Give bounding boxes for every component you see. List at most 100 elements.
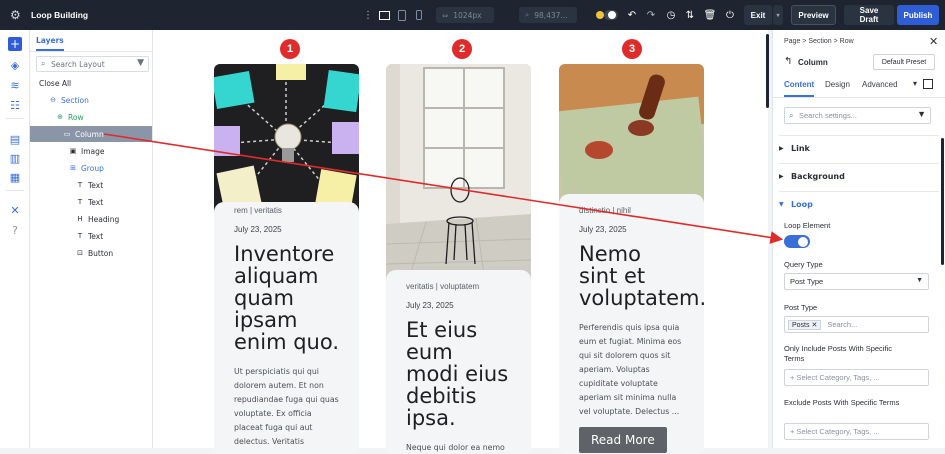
- exclude-terms-input[interactable]: + Select Category, Tags, ...: [784, 423, 929, 440]
- post-type-label: Post Type: [784, 303, 818, 312]
- layer-button[interactable]: ⊡ Button: [30, 245, 152, 261]
- read-more-button[interactable]: Read More: [579, 427, 667, 453]
- page-title: Loop Building: [31, 10, 89, 20]
- layer-text[interactable]: T Text: [30, 177, 152, 193]
- gear-icon[interactable]: ⚙: [10, 9, 22, 21]
- layer-section[interactable]: ⊖ Section: [30, 92, 152, 108]
- layers-icon[interactable]: ◈: [8, 58, 22, 72]
- redo-icon[interactable]: ↷: [645, 9, 657, 21]
- step-badge: 1: [280, 39, 300, 59]
- post-title[interactable]: Inventore aliquam quam ipsam enim quo.: [234, 243, 339, 353]
- filter-icon[interactable]: ▼: [917, 109, 926, 119]
- post-date: July 23, 2025: [579, 225, 627, 234]
- post-card[interactable]: rem | veritatis July 23, 2025 Inventore …: [214, 64, 359, 454]
- more-tabs-chevron-icon[interactable]: ▾: [913, 79, 917, 88]
- post-title[interactable]: Nemo sint et voluptatem.: [579, 243, 704, 309]
- layer-heading[interactable]: H Heading: [30, 211, 152, 227]
- page-icon[interactable]: ▤: [8, 132, 22, 146]
- tablet-view-icon[interactable]: [396, 9, 408, 21]
- rail-divider: [6, 190, 24, 191]
- layer-text[interactable]: T Text: [30, 228, 152, 244]
- row-icon: ⊕: [57, 113, 63, 121]
- settings-search-input[interactable]: ⌕ Search settings... ▼: [784, 107, 931, 124]
- undo-icon[interactable]: ↶: [626, 9, 638, 21]
- theme-toggle[interactable]: [595, 9, 619, 21]
- tab-layers[interactable]: Layers: [36, 36, 64, 51]
- text-icon: T: [77, 232, 83, 240]
- zoom-field[interactable]: ⌕ 98,437...: [519, 7, 577, 23]
- preview-button[interactable]: Preview: [791, 5, 836, 25]
- template-icon[interactable]: ▦: [8, 170, 22, 184]
- post-image: [214, 64, 359, 214]
- image-icon: ▣: [69, 147, 77, 155]
- desktop-view-icon[interactable]: [378, 9, 390, 21]
- post-meta[interactable]: distinctio | nihil: [579, 206, 684, 215]
- remove-tag-icon[interactable]: ✕: [811, 322, 817, 329]
- panel-scrollbar[interactable]: [941, 138, 944, 265]
- exit-button[interactable]: Exit: [744, 5, 772, 25]
- text-icon: T: [77, 198, 83, 206]
- post-meta[interactable]: rem | veritatis: [234, 206, 339, 215]
- search-icon: ⌕: [789, 111, 794, 120]
- drag-handle-icon[interactable]: ⋮: [362, 9, 374, 21]
- tab-design[interactable]: Design: [825, 80, 850, 89]
- element-title: Column: [798, 58, 828, 67]
- post-card[interactable]: distinctio | nihil July 23, 2025 Nemo si…: [559, 64, 704, 454]
- rail-divider: [6, 118, 24, 119]
- post-type-input[interactable]: Posts ✕ Search...: [784, 316, 929, 333]
- left-tool-rail: + ◈ ≋ ☷ ▤ ▥ ▦ ✕ ?: [0, 30, 30, 448]
- post-type-tag[interactable]: Posts ✕: [788, 319, 822, 330]
- close-all-button[interactable]: Close All: [30, 75, 152, 91]
- section-link[interactable]: ▶ Link: [779, 135, 939, 161]
- pages-icon[interactable]: ▥: [8, 151, 22, 165]
- exit-dropdown-chevron-icon[interactable]: ▾: [773, 5, 783, 25]
- post-date: July 23, 2025: [406, 301, 454, 310]
- publish-button[interactable]: Publish: [897, 5, 939, 25]
- divider: [30, 51, 153, 52]
- post-excerpt: Perferendis quis ipsa quia eum et fugiat…: [579, 323, 682, 416]
- back-arrow-icon[interactable]: ↰: [784, 56, 792, 67]
- tab-content[interactable]: Content: [784, 80, 815, 97]
- layer-image[interactable]: ▣ Image: [30, 143, 152, 159]
- section-background[interactable]: ▶ Background: [779, 163, 939, 189]
- canvas-scrollbar[interactable]: [766, 34, 769, 108]
- section-icon: ⊖: [50, 96, 56, 104]
- chevron-down-icon: ▼: [916, 277, 923, 284]
- post-card[interactable]: veritatis | voluptatem July 23, 2025 Et …: [386, 64, 531, 454]
- add-element-icon[interactable]: +: [8, 37, 22, 51]
- post-excerpt: Ut perspiciatis qui qui dolorem autem. E…: [234, 367, 339, 446]
- layer-text[interactable]: T Text: [30, 194, 152, 210]
- tab-advanced[interactable]: Advanced: [862, 80, 898, 89]
- layer-group[interactable]: ⊞ Group: [30, 160, 152, 176]
- preset-selector[interactable]: Default Preset: [873, 54, 935, 70]
- phone-view-icon[interactable]: [413, 9, 425, 21]
- layer-column[interactable]: ▭ Column: [30, 126, 152, 142]
- toggle-knob: [798, 236, 808, 247]
- panel-toggle-icon[interactable]: [923, 79, 933, 89]
- history-icon[interactable]: ◷: [665, 9, 677, 21]
- exclude-label: Exclude Posts With Specific Terms: [784, 398, 900, 407]
- breadcrumb[interactable]: Page > Section > Row: [784, 38, 854, 45]
- section-loop[interactable]: ▼ Loop: [779, 191, 939, 217]
- post-card-body: veritatis | voluptatem July 23, 2025 Et …: [386, 270, 531, 454]
- settings-sliders-icon[interactable]: ☷: [8, 98, 22, 112]
- close-icon[interactable]: ✕: [929, 35, 938, 48]
- power-icon[interactable]: ⏻: [724, 9, 736, 21]
- post-meta[interactable]: veritatis | voluptatem: [406, 282, 511, 291]
- tools-icon[interactable]: ✕: [8, 203, 22, 217]
- settings-panel: Page > Section > Row ✕ ↰ Column Default …: [772, 30, 945, 448]
- help-icon[interactable]: ?: [8, 223, 22, 237]
- only-include-terms-input[interactable]: + Select Category, Tags, ...: [784, 369, 929, 386]
- save-draft-button[interactable]: Save Draft: [844, 5, 894, 25]
- search-icon: ⌕: [41, 59, 46, 68]
- post-title[interactable]: Et eius eum modi eius debitis ipsa.: [406, 319, 511, 429]
- filter-icon[interactable]: ▼: [137, 58, 144, 68]
- sort-icon[interactable]: ⇅: [684, 9, 696, 21]
- trash-icon[interactable]: 🗑: [704, 9, 717, 21]
- database-icon[interactable]: ≋: [8, 78, 22, 92]
- loop-element-toggle[interactable]: [784, 235, 810, 248]
- layer-row[interactable]: ⊕ Row: [30, 109, 152, 125]
- query-type-select[interactable]: Post Type ▼: [784, 273, 929, 290]
- canvas-width-field[interactable]: ⇔ 1024px: [436, 7, 494, 23]
- layer-search-input[interactable]: ⌕ Search Layout ▼: [36, 56, 149, 72]
